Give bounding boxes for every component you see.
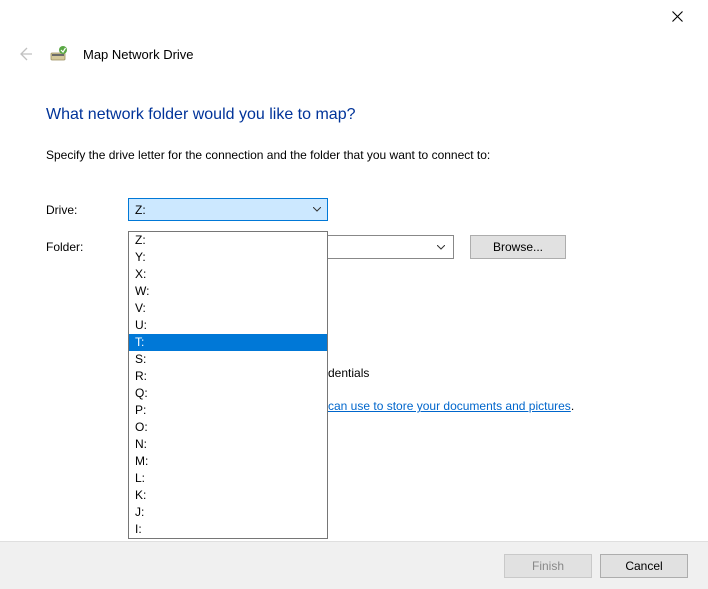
dropdown-item[interactable]: N: [129,436,327,453]
dropdown-item[interactable]: X: [129,266,327,283]
dropdown-item[interactable]: V: [129,300,327,317]
dropdown-item[interactable]: Z: [129,232,327,249]
folder-label: Folder: [46,240,128,254]
drive-selected-value: Z: [135,203,146,217]
browse-button[interactable]: Browse... [470,235,566,259]
page-heading: What network folder would you like to ma… [46,106,662,124]
finish-button: Finish [504,554,592,578]
dropdown-item[interactable]: Y: [129,249,327,266]
dropdown-item[interactable]: P: [129,402,327,419]
close-icon [672,11,683,22]
back-arrow-icon [17,46,33,62]
back-button [15,44,35,64]
dropdown-item[interactable]: O: [129,419,327,436]
chevron-down-icon [435,241,447,253]
dropdown-item[interactable]: S: [129,351,327,368]
close-button[interactable] [664,6,690,26]
dropdown-item[interactable]: I: [129,521,327,538]
dropdown-item[interactable]: K: [129,487,327,504]
dropdown-item[interactable]: J: [129,504,327,521]
dropdown-item[interactable]: T: [129,334,327,351]
cancel-button[interactable]: Cancel [600,554,688,578]
drive-dropdown-list[interactable]: Z:Y:X:W:V:U:T:S:R:Q:P:O:N:M:L:K:J:I: [128,231,328,539]
website-link[interactable]: can use to store your documents and pict… [328,399,574,413]
credentials-text-fragment: dentials [328,366,369,380]
dropdown-item[interactable]: M: [129,453,327,470]
drive-combobox[interactable]: Z: [128,198,328,221]
chevron-down-icon [311,204,323,216]
dropdown-item[interactable]: U: [129,317,327,334]
window-title: Map Network Drive [83,47,194,62]
dropdown-item[interactable]: Q: [129,385,327,402]
page-subtext: Specify the drive letter for the connect… [46,148,662,162]
dropdown-item[interactable]: L: [129,470,327,487]
network-drive-icon [49,44,69,64]
dialog-footer: Finish Cancel [0,541,708,589]
dropdown-item[interactable]: R: [129,368,327,385]
drive-label: Drive: [46,203,128,217]
dropdown-item[interactable]: W: [129,283,327,300]
